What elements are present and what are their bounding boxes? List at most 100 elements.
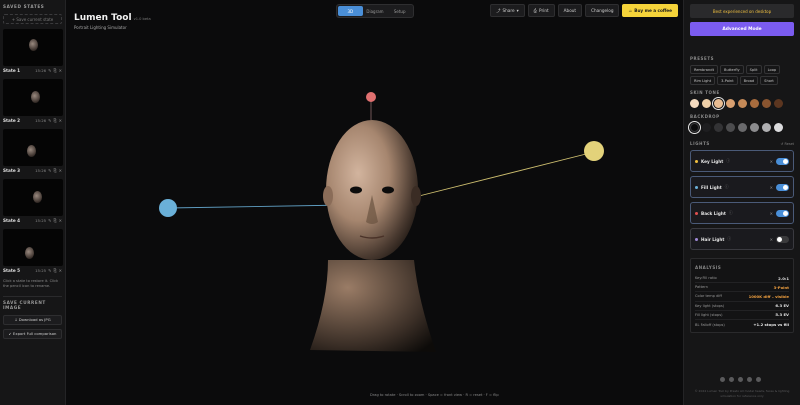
coffee-label: Buy me a coffee: [634, 8, 672, 13]
pencil-icon[interactable]: ✎: [48, 68, 51, 73]
copy-icon[interactable]: ⎘: [53, 118, 56, 123]
analysis-row: Fill light (stops) 5.3 EV: [695, 311, 789, 320]
close-icon[interactable]: ✕: [59, 68, 62, 73]
about-button[interactable]: About: [557, 4, 583, 17]
preset-chip[interactable]: Loop: [763, 65, 781, 74]
preset-chip[interactable]: 3-Point: [717, 76, 738, 85]
skin-tone-swatch[interactable]: [738, 99, 747, 108]
light-toggle[interactable]: [776, 183, 789, 191]
light-name: Hair Light: [701, 236, 725, 242]
preset-chip[interactable]: Split: [745, 65, 762, 74]
saved-state-item[interactable]: State 1 15:26 ✎ ⎘ ✕: [3, 29, 63, 75]
pencil-icon[interactable]: ✎: [48, 168, 51, 173]
scene-canvas[interactable]: [66, 0, 683, 405]
advanced-mode-button[interactable]: Advanced Mode: [690, 22, 794, 36]
skin-tone-swatch[interactable]: [774, 99, 783, 108]
info-icon[interactable]: ⓘ: [725, 184, 729, 190]
analysis-label: Key light (stops): [695, 303, 725, 308]
saved-state-item[interactable]: State 4 15:25 ✎ ⎘ ✕: [3, 179, 63, 225]
backdrop-swatch[interactable]: [690, 123, 699, 132]
preset-chip[interactable]: Rim Light: [690, 76, 716, 85]
info-icon[interactable]: ⓘ: [727, 236, 731, 242]
tab-diagram[interactable]: Diagram: [363, 6, 388, 16]
linkedin-icon[interactable]: [747, 377, 752, 382]
pencil-icon[interactable]: ✎: [48, 268, 51, 273]
close-icon[interactable]: ✕: [770, 211, 773, 216]
skin-tone-swatch[interactable]: [750, 99, 759, 108]
pencil-icon[interactable]: ✎: [48, 118, 51, 123]
backdrop-swatch[interactable]: [774, 123, 783, 132]
preset-chip[interactable]: Broad: [739, 76, 759, 85]
state-thumbnail[interactable]: [3, 79, 63, 116]
backdrop-swatch[interactable]: [702, 123, 711, 132]
print-label: Print: [539, 8, 549, 13]
light-toggle[interactable]: [776, 235, 789, 243]
light-card[interactable]: Key Light ⓘ ✕: [690, 150, 794, 172]
changelog-button[interactable]: Changelog: [585, 4, 620, 17]
tab-3d[interactable]: 3D: [338, 6, 363, 16]
skin-tone-swatch[interactable]: [690, 99, 699, 108]
buy-coffee-button[interactable]: ☕ Buy me a coffee: [622, 4, 678, 17]
close-icon[interactable]: ✕: [770, 185, 773, 190]
state-name: State 5: [3, 268, 21, 273]
share-button[interactable]: ⤴ Share ▾: [490, 4, 525, 17]
close-icon[interactable]: ✕: [59, 168, 62, 173]
preset-chip[interactable]: Butterfly: [719, 65, 744, 74]
close-icon[interactable]: ✕: [59, 118, 62, 123]
email-icon[interactable]: [720, 377, 725, 382]
analysis-value: 2.0:1: [778, 275, 789, 281]
youtube-icon[interactable]: [756, 377, 761, 382]
light-toggle[interactable]: [776, 157, 789, 165]
copy-icon[interactable]: ⎘: [53, 218, 56, 223]
saved-state-item[interactable]: State 5 15:25 ✎ ⎘ ✕: [3, 229, 63, 275]
skin-tone-swatch[interactable]: [762, 99, 771, 108]
backdrop-swatch[interactable]: [714, 123, 723, 132]
pencil-icon[interactable]: ✎: [48, 218, 51, 223]
printer-icon: ⎙: [533, 8, 538, 13]
tab-setup[interactable]: Setup: [387, 6, 412, 16]
saved-state-item[interactable]: State 3 15:26 ✎ ⎘ ✕: [3, 129, 63, 175]
backdrop-swatch[interactable]: [750, 123, 759, 132]
close-icon[interactable]: ✕: [59, 268, 62, 273]
fill-light-sphere[interactable]: [159, 199, 177, 217]
print-button[interactable]: ⎙ Print: [527, 4, 555, 17]
backdrop-swatch[interactable]: [738, 123, 747, 132]
state-thumbnail[interactable]: [3, 179, 63, 216]
copy-icon[interactable]: ⎘: [53, 268, 56, 273]
x-icon[interactable]: [738, 377, 743, 382]
analysis-row: Pattern 3-Point: [695, 283, 789, 293]
copy-icon[interactable]: ⎘: [53, 168, 56, 173]
skin-tone-swatch[interactable]: [726, 99, 735, 108]
analysis-title: ANALYSIS: [695, 265, 722, 270]
light-card[interactable]: Fill Light ⓘ ✕: [690, 176, 794, 198]
backdrop-swatch[interactable]: [726, 123, 735, 132]
light-toggle[interactable]: [776, 209, 789, 217]
light-card[interactable]: Back Light ⓘ ✕: [690, 202, 794, 224]
copy-icon[interactable]: ⎘: [53, 68, 56, 73]
skin-tone-swatch[interactable]: [702, 99, 711, 108]
saved-state-item[interactable]: State 2 15:26 ✎ ⎘ ✕: [3, 79, 63, 125]
save-current-state-button[interactable]: + Save current state: [3, 14, 62, 24]
lights-reset-button[interactable]: ↺ Reset: [781, 142, 794, 146]
backdrop-swatch[interactable]: [762, 123, 771, 132]
info-icon[interactable]: ⓘ: [726, 158, 730, 164]
back-light-sphere[interactable]: [366, 92, 376, 102]
key-light-sphere[interactable]: [584, 141, 604, 161]
state-thumbnail[interactable]: [3, 129, 63, 166]
light-card[interactable]: Hair Light ⓘ ✕: [690, 228, 794, 250]
state-thumbnail[interactable]: [3, 29, 63, 66]
toggle-knob: [777, 236, 782, 242]
info-icon[interactable]: ⓘ: [729, 210, 733, 216]
state-thumbnail[interactable]: [3, 229, 63, 266]
download-jpg-button[interactable]: ↓ Download as JPG: [3, 314, 62, 325]
close-icon[interactable]: ✕: [770, 237, 773, 242]
close-icon[interactable]: ✕: [59, 218, 62, 223]
skin-tone-swatch[interactable]: [714, 99, 723, 108]
preset-chip[interactable]: Short: [760, 76, 778, 85]
close-icon[interactable]: ✕: [770, 159, 773, 164]
3d-viewport[interactable]: Drag to rotate · Scroll to zoom · Space …: [66, 0, 683, 405]
toggle-knob: [783, 158, 788, 164]
export-comparison-button[interactable]: ↙ Export Full comparison: [3, 328, 62, 339]
github-icon[interactable]: [729, 377, 734, 382]
preset-chip[interactable]: Rembrandt: [690, 65, 718, 74]
